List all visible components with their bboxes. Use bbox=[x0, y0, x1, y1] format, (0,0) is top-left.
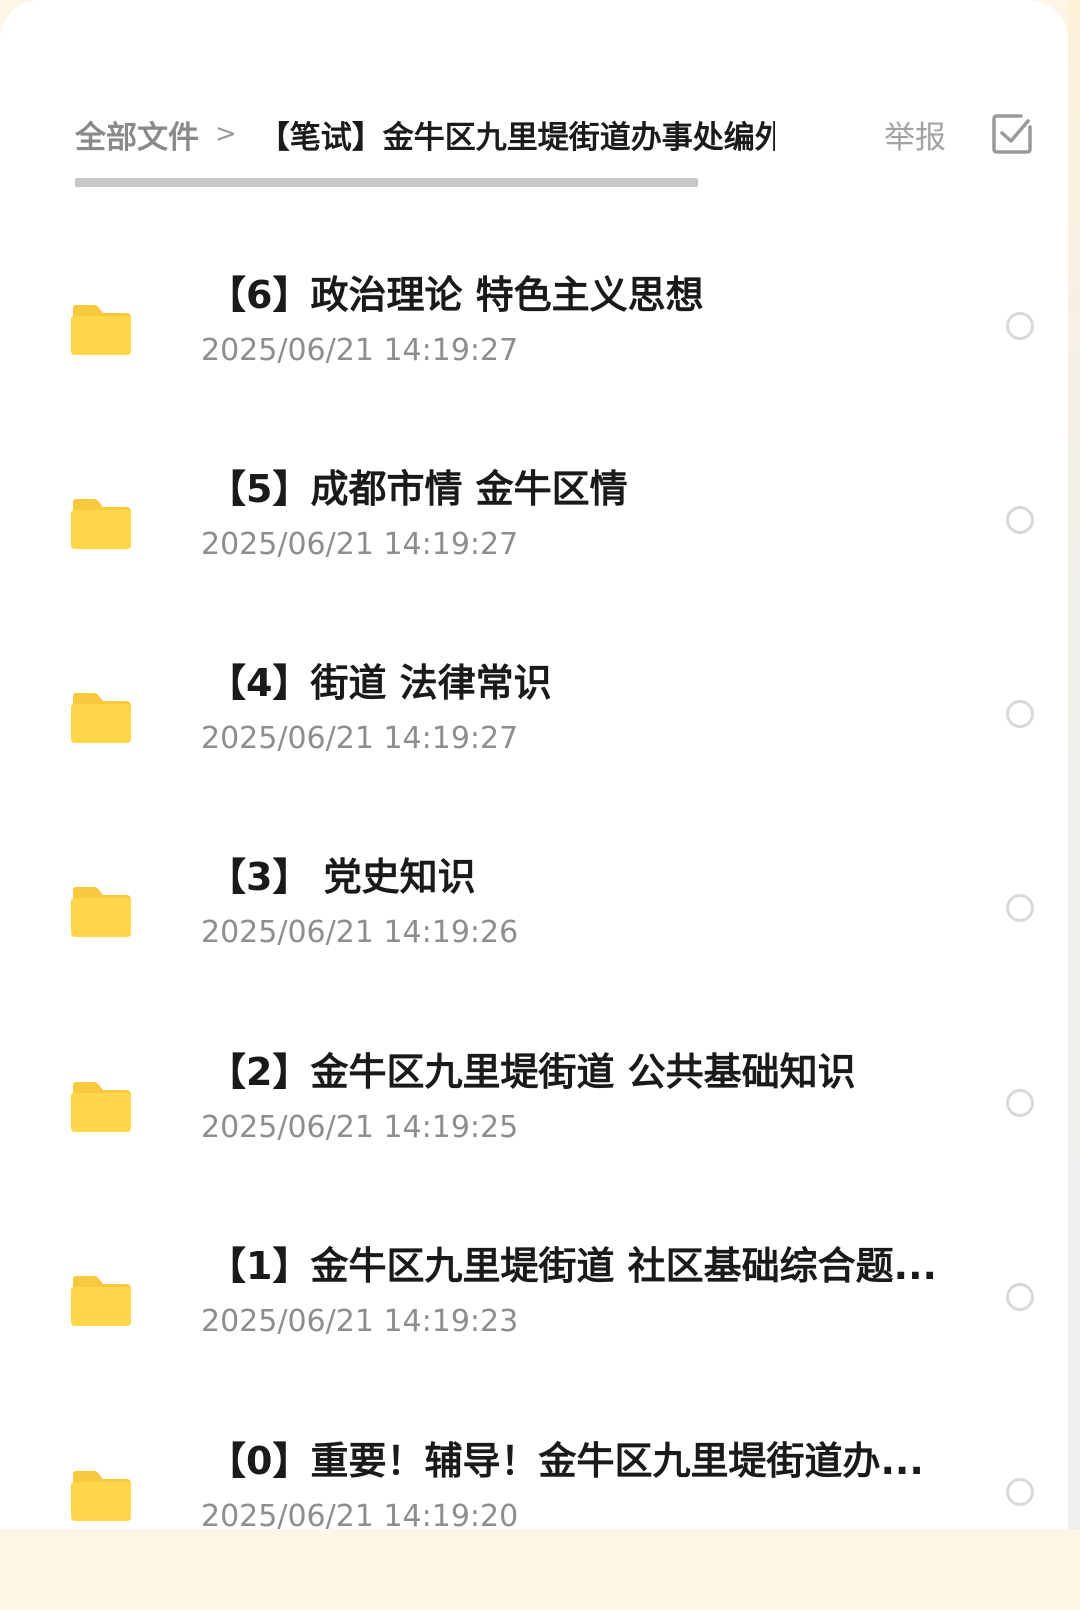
file-modified-time: 2025/06/21 14:19:25 bbox=[201, 1110, 519, 1145]
file-modified-time: 2025/06/21 14:19:26 bbox=[201, 915, 519, 950]
file-name: 【1】金牛区九里堤街道 社区基础综合题... bbox=[208, 1244, 937, 1288]
folder-icon bbox=[70, 886, 132, 938]
folder-icon bbox=[70, 498, 132, 550]
select-radio[interactable] bbox=[1006, 312, 1034, 340]
file-row[interactable]: 【6】政治理论 特色主义思想 2025/06/21 14:19:27 bbox=[0, 250, 1068, 444]
file-row[interactable]: 【3】 党史知识 2025/06/21 14:19:26 bbox=[0, 832, 1068, 1026]
select-radio[interactable] bbox=[1006, 1478, 1034, 1506]
folder-icon bbox=[70, 1081, 132, 1133]
file-modified-time: 2025/06/21 14:19:20 bbox=[201, 1499, 519, 1534]
scroll-edge bbox=[1068, 0, 1080, 1529]
file-row[interactable]: 【1】金牛区九里堤街道 社区基础综合题... 2025/06/21 14:19:2… bbox=[0, 1221, 1068, 1415]
file-row[interactable]: 【4】街道 法律常识 2025/06/21 14:19:27 bbox=[0, 638, 1068, 832]
file-name: 【0】重要！辅导！金牛区九里堤街道办... bbox=[208, 1439, 924, 1483]
select-radio[interactable] bbox=[1006, 894, 1034, 922]
file-name: 【3】 党史知识 bbox=[208, 855, 476, 899]
folder-icon bbox=[70, 1470, 132, 1522]
file-name: 【2】金牛区九里堤街道 公共基础知识 bbox=[208, 1050, 856, 1094]
file-name: 【6】政治理论 特色主义思想 bbox=[208, 273, 704, 317]
select-radio[interactable] bbox=[1006, 1089, 1034, 1117]
select-radio[interactable] bbox=[1006, 700, 1034, 728]
file-name: 【4】街道 法律常识 bbox=[208, 661, 552, 705]
file-modified-time: 2025/06/21 14:19:23 bbox=[201, 1304, 519, 1339]
file-name: 【5】成都市情 金牛区情 bbox=[208, 467, 628, 511]
file-row[interactable]: 【2】金牛区九里堤街道 公共基础知识 2025/06/21 14:19:25 bbox=[0, 1027, 1068, 1221]
select-radio[interactable] bbox=[1006, 506, 1034, 534]
file-list: 【6】政治理论 特色主义思想 2025/06/21 14:19:27 【5】成都市情… bbox=[0, 0, 1068, 1534]
folder-icon bbox=[70, 1275, 132, 1327]
folder-icon bbox=[70, 692, 132, 744]
file-modified-time: 2025/06/21 14:19:27 bbox=[201, 721, 519, 756]
file-modified-time: 2025/06/21 14:19:27 bbox=[201, 333, 519, 368]
file-modified-time: 2025/06/21 14:19:27 bbox=[201, 527, 519, 562]
file-row[interactable]: 【5】成都市情 金牛区情 2025/06/21 14:19:27 bbox=[0, 444, 1068, 638]
file-row[interactable]: 【0】重要！辅导！金牛区九里堤街道办... 2025/06/21 14:19:20 bbox=[0, 1416, 1068, 1610]
folder-icon bbox=[70, 304, 132, 356]
select-radio[interactable] bbox=[1006, 1283, 1034, 1311]
